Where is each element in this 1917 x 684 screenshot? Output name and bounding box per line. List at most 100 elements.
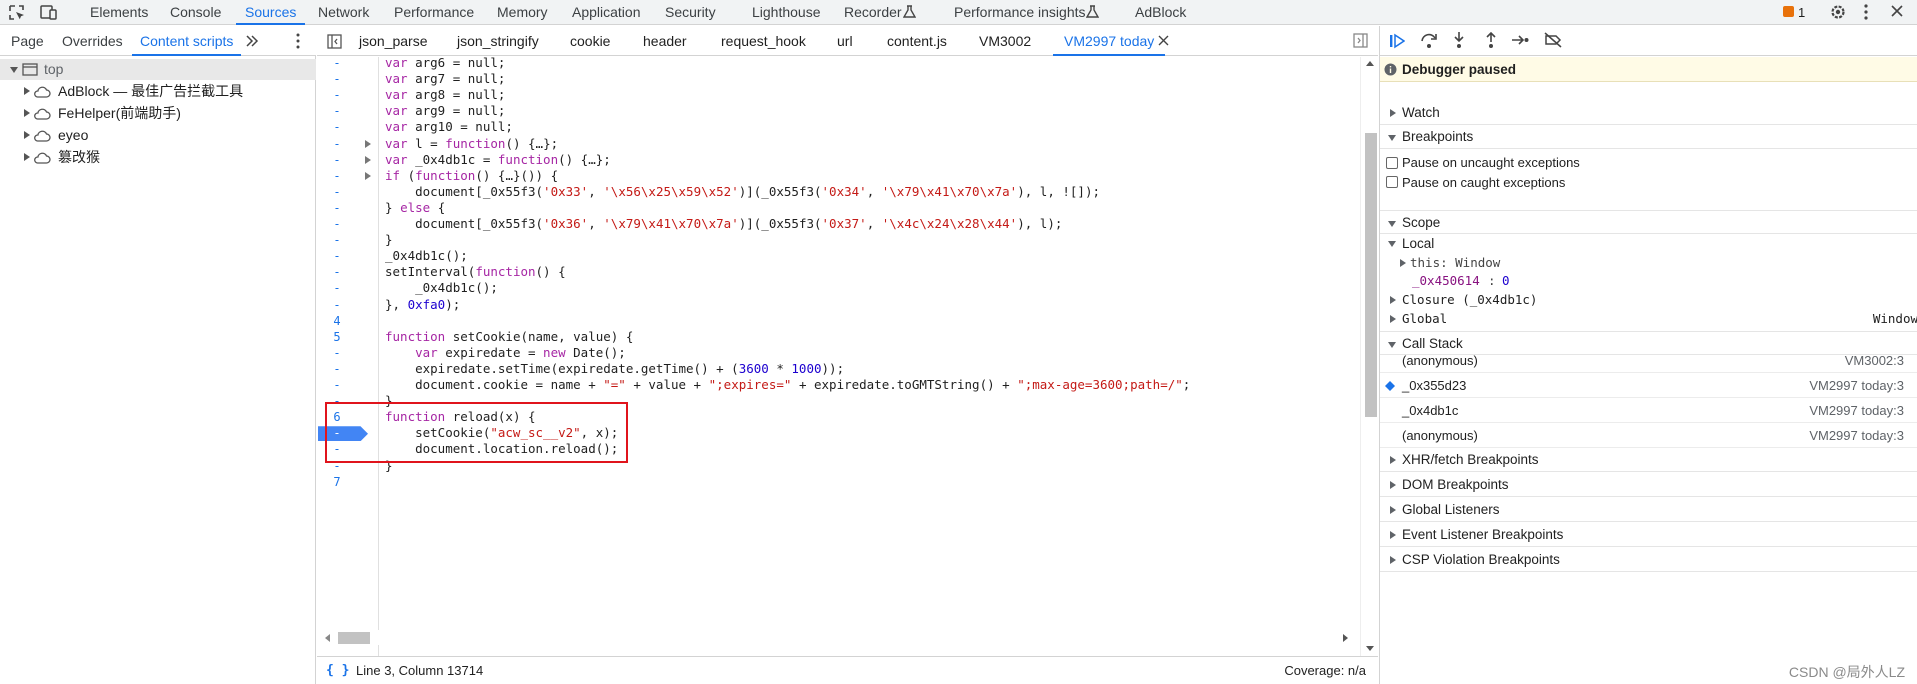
step-over-icon[interactable] bbox=[1420, 32, 1438, 49]
frame-location[interactable]: VM3002:3 bbox=[1845, 348, 1904, 373]
pretty-print-icon[interactable]: { } bbox=[326, 657, 349, 684]
tree-item-top[interactable]: top bbox=[0, 59, 316, 80]
chevron-double-right-icon[interactable] bbox=[245, 34, 259, 48]
tab-vm2997-today[interactable]: VM2997 today bbox=[1052, 26, 1166, 56]
scroll-thumb[interactable] bbox=[338, 632, 370, 644]
line-number[interactable]: - bbox=[317, 57, 357, 71]
line-number[interactable]: - bbox=[317, 345, 357, 361]
scroll-right-icon[interactable] bbox=[1342, 633, 1350, 643]
tab-elements[interactable]: Elements bbox=[90, 0, 148, 25]
scroll-left-icon[interactable] bbox=[323, 633, 331, 643]
frame-location[interactable]: VM2997 today:3 bbox=[1809, 373, 1904, 398]
tab-page[interactable]: Page bbox=[11, 26, 44, 56]
fold-arrow-icon[interactable] bbox=[365, 155, 371, 164]
toggle-debugger-icon[interactable] bbox=[1353, 33, 1368, 48]
tab-request-hook[interactable]: request_hook bbox=[721, 26, 806, 56]
code-area[interactable]: - var arg6 = null; - var arg7 = null; - var a… bbox=[317, 57, 1360, 629]
line-number[interactable]: - bbox=[317, 232, 357, 248]
call-frame[interactable]: (anonymous) VM3002:3 bbox=[1380, 348, 1917, 373]
deactivate-breakpoints-icon[interactable] bbox=[1544, 32, 1562, 48]
issues-icon[interactable] bbox=[1783, 6, 1794, 17]
inspect-element-icon[interactable] bbox=[8, 4, 26, 21]
tab-json-parse[interactable]: json_parse bbox=[359, 26, 428, 56]
dom-breakpoints-section[interactable]: DOM Breakpoints bbox=[1380, 473, 1917, 497]
close-icon[interactable] bbox=[1158, 35, 1169, 46]
call-frame-selected[interactable]: _0x355d23 VM2997 today:3 bbox=[1380, 373, 1917, 398]
pause-caught-checkbox[interactable] bbox=[1386, 176, 1398, 188]
line-number[interactable]: - bbox=[317, 200, 357, 216]
step-icon[interactable] bbox=[1511, 33, 1529, 47]
line-number[interactable]: - bbox=[317, 248, 357, 264]
line-number[interactable]: - bbox=[317, 103, 357, 119]
scroll-down-icon[interactable] bbox=[1365, 645, 1375, 653]
line-number[interactable]: - bbox=[317, 168, 357, 184]
tab-lighthouse[interactable]: Lighthouse bbox=[752, 0, 821, 25]
tab-memory[interactable]: Memory bbox=[497, 0, 548, 25]
line-number[interactable]: - bbox=[317, 297, 357, 313]
tab-performance[interactable]: Performance bbox=[394, 0, 474, 25]
fold-arrow-icon[interactable] bbox=[365, 139, 371, 148]
tab-security[interactable]: Security bbox=[665, 0, 716, 25]
frame-location[interactable]: VM2997 today:3 bbox=[1809, 423, 1904, 448]
more-options-icon[interactable] bbox=[1863, 3, 1869, 21]
frame-location[interactable]: VM2997 today:3 bbox=[1809, 398, 1904, 423]
resume-icon[interactable] bbox=[1389, 33, 1405, 49]
step-out-icon[interactable] bbox=[1484, 31, 1498, 49]
line-number[interactable]: 7 bbox=[317, 474, 357, 490]
scroll-thumb[interactable] bbox=[1365, 133, 1377, 417]
pause-caught-row[interactable]: Pause on caught exceptions bbox=[1380, 172, 1917, 194]
device-toolbar-icon[interactable] bbox=[40, 4, 58, 21]
line-number[interactable]: - bbox=[317, 377, 357, 393]
scroll-up-icon[interactable] bbox=[1365, 59, 1375, 67]
line-number[interactable]: - bbox=[317, 425, 357, 441]
scope-global[interactable]: Global Window bbox=[1380, 308, 1917, 330]
tab-content-scripts[interactable]: Content scripts bbox=[131, 26, 242, 56]
tab-recorder[interactable]: Recorder bbox=[844, 0, 902, 25]
tab-application[interactable]: Application bbox=[572, 0, 641, 25]
tab-content-js[interactable]: content.js bbox=[887, 26, 947, 56]
tab-json-stringify[interactable]: json_stringify bbox=[457, 26, 539, 56]
close-icon[interactable] bbox=[1890, 4, 1904, 18]
tab-url[interactable]: url bbox=[837, 26, 853, 56]
line-number[interactable]: - bbox=[317, 264, 357, 280]
pause-uncaught-row[interactable]: Pause on uncaught exceptions bbox=[1380, 152, 1917, 174]
global-listeners-section[interactable]: Global Listeners bbox=[1380, 498, 1917, 522]
fold-arrow-icon[interactable] bbox=[365, 171, 371, 180]
line-number[interactable]: - bbox=[317, 361, 357, 377]
line-number[interactable]: - bbox=[317, 216, 357, 232]
line-number[interactable]: - bbox=[317, 152, 357, 168]
csp-violation-breakpoints-section[interactable]: CSP Violation Breakpoints bbox=[1380, 548, 1917, 572]
horizontal-scrollbar[interactable] bbox=[317, 630, 1360, 645]
event-listener-breakpoints-section[interactable]: Event Listener Breakpoints bbox=[1380, 523, 1917, 547]
breakpoints-section[interactable]: Breakpoints bbox=[1380, 125, 1917, 149]
scope-section[interactable]: Scope bbox=[1380, 210, 1917, 234]
line-number[interactable]: - bbox=[317, 136, 357, 152]
line-number[interactable]: - bbox=[317, 119, 357, 135]
tab-cookie[interactable]: cookie bbox=[570, 26, 610, 56]
tab-console[interactable]: Console bbox=[170, 0, 221, 25]
step-into-icon[interactable] bbox=[1452, 31, 1466, 49]
xhr-breakpoints-section[interactable]: XHR/fetch Breakpoints bbox=[1380, 448, 1917, 472]
line-number[interactable]: - bbox=[317, 87, 357, 103]
line-number[interactable]: - bbox=[317, 71, 357, 87]
tab-performance-insights[interactable]: Performance insights bbox=[954, 0, 1086, 25]
tab-adblock[interactable]: AdBlock bbox=[1135, 0, 1186, 25]
watch-section[interactable]: Watch bbox=[1380, 101, 1917, 125]
vertical-scrollbar[interactable] bbox=[1360, 57, 1378, 657]
tab-network[interactable]: Network bbox=[318, 0, 369, 25]
line-number[interactable]: 4 bbox=[317, 313, 357, 329]
more-options-icon[interactable] bbox=[295, 32, 301, 50]
line-number[interactable]: - bbox=[317, 184, 357, 200]
line-number[interactable]: - bbox=[317, 280, 357, 296]
tab-vm3002[interactable]: VM3002 bbox=[979, 26, 1031, 56]
pause-uncaught-checkbox[interactable] bbox=[1386, 157, 1398, 169]
call-frame[interactable]: (anonymous) VM2997 today:3 bbox=[1380, 423, 1917, 448]
issues-count[interactable]: 1 bbox=[1798, 0, 1805, 25]
tab-header[interactable]: header bbox=[643, 26, 687, 56]
line-number[interactable]: 5 bbox=[317, 329, 357, 345]
tab-sources[interactable]: Sources bbox=[235, 0, 306, 25]
call-frame[interactable]: _0x4db1c VM2997 today:3 bbox=[1380, 398, 1917, 423]
tab-overrides[interactable]: Overrides bbox=[62, 26, 123, 56]
gear-icon[interactable] bbox=[1829, 3, 1847, 21]
toggle-navigator-icon[interactable] bbox=[327, 34, 342, 49]
